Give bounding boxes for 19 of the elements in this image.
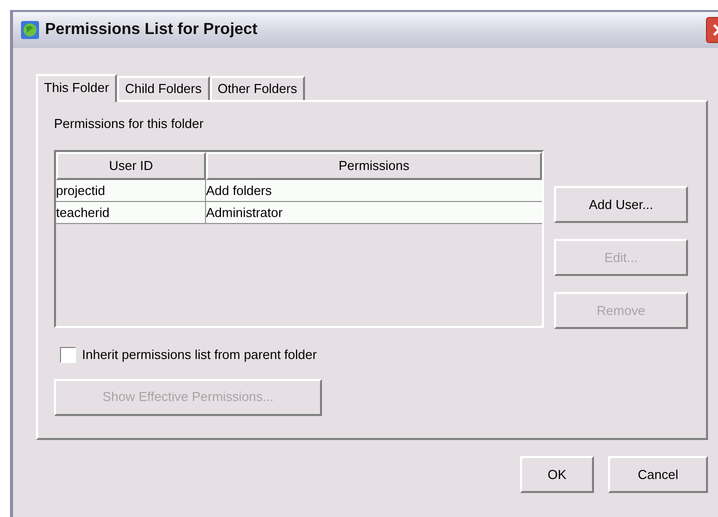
tab[interactable]: Other Folders: [210, 76, 306, 100]
globe-icon: [21, 21, 39, 39]
table-cell: projectid: [56, 180, 206, 201]
window-title: Permissions List for Project: [45, 20, 258, 40]
dialog-button[interactable]: OK: [520, 456, 594, 493]
tab[interactable]: Child Folders: [117, 76, 210, 100]
section-label: Permissions for this folder: [54, 115, 205, 133]
checkbox[interactable]: [60, 346, 76, 363]
table-row[interactable]: teacherid Administrator: [56, 202, 542, 224]
side-button[interactable]: Add User...: [554, 186, 688, 223]
tab[interactable]: This Folder: [36, 74, 118, 102]
table-cell-text: Add folders: [206, 182, 273, 200]
dialog-button[interactable]: Cancel: [608, 456, 708, 493]
column-header[interactable]: User ID: [56, 152, 206, 180]
table-cell: teacherid: [56, 202, 206, 223]
table-cell-text: Administrator: [206, 204, 284, 222]
checkbox-label: Inherit permissions list from parent folder: [82, 346, 317, 364]
table-row[interactable]: projectid Add folders: [56, 180, 542, 202]
column-header[interactable]: Permissions: [206, 152, 542, 180]
